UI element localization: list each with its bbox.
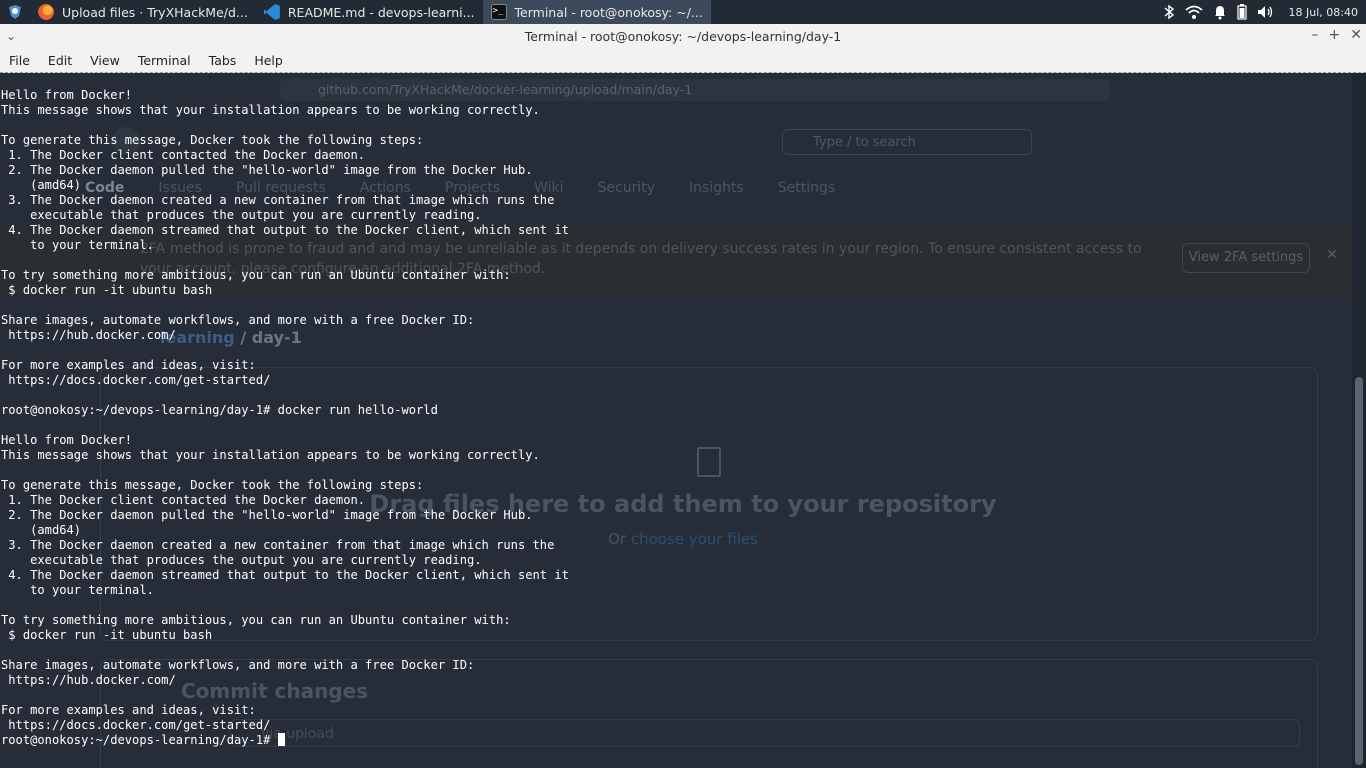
terminal-content[interactable]: Hello from Docker! This message shows th…	[0, 73, 1352, 768]
window-menu-icon[interactable]: ⌄	[6, 29, 16, 43]
wifi-icon[interactable]	[1184, 4, 1203, 20]
maximize-icon[interactable]: +	[1329, 27, 1341, 43]
app-menu-launcher[interactable]	[0, 0, 30, 24]
terminal-menubar: File Edit View Terminal Tabs Help	[0, 49, 1366, 73]
vscode-icon	[263, 4, 280, 20]
menu-file[interactable]: File	[0, 53, 39, 68]
task-label: Upload files · TryXHackMe/d...	[62, 4, 248, 20]
menu-terminal[interactable]: Terminal	[129, 53, 200, 68]
task-label: README.md - devops-learni...	[287, 4, 475, 20]
close-icon[interactable]: ✕	[1350, 27, 1362, 43]
terminal-scrollbar[interactable]	[1352, 73, 1366, 768]
battery-icon[interactable]	[1236, 4, 1247, 20]
terminal-output-block: Hello from Docker! This message shows th…	[0, 73, 1352, 748]
menu-tabs[interactable]: Tabs	[200, 53, 246, 68]
task-firefox[interactable]: Upload files · TryXHackMe/d...	[30, 0, 256, 24]
notifications-bell-icon[interactable]	[1213, 4, 1227, 20]
system-panel: Upload files · TryXHackMe/d... README.md…	[0, 0, 1366, 24]
window-titlebar[interactable]: ⌄ Terminal - root@onokosy: ~/devops-lear…	[0, 24, 1366, 49]
menu-edit[interactable]: Edit	[39, 53, 81, 68]
system-tray: 18 Jul, 08:40	[1163, 4, 1366, 20]
clock[interactable]: 18 Jul, 08:40	[1289, 6, 1358, 19]
bluetooth-icon[interactable]	[1163, 4, 1175, 20]
task-label: Terminal - root@onokosy: ~/...	[514, 4, 703, 20]
terminal-output: Hello from Docker! This message shows th…	[1, 88, 569, 732]
minimize-icon[interactable]: –	[1312, 27, 1319, 43]
window-title: Terminal - root@onokosy: ~/devops-learni…	[524, 29, 842, 44]
scrollbar-thumb[interactable]	[1355, 377, 1363, 765]
app-menu-icon	[9, 5, 21, 19]
task-terminal[interactable]: >_ Terminal - root@onokosy: ~/...	[482, 0, 711, 24]
menu-view[interactable]: View	[81, 53, 129, 68]
menu-help[interactable]: Help	[245, 53, 292, 68]
task-vscode[interactable]: README.md - devops-learni...	[256, 0, 483, 24]
shell-prompt: root@onokosy:~/devops-learning/day-1#	[1, 733, 278, 747]
volume-icon[interactable]	[1257, 4, 1275, 20]
firefox-icon	[38, 4, 54, 20]
terminal-icon: >_	[490, 4, 507, 20]
text-cursor	[277, 733, 285, 746]
